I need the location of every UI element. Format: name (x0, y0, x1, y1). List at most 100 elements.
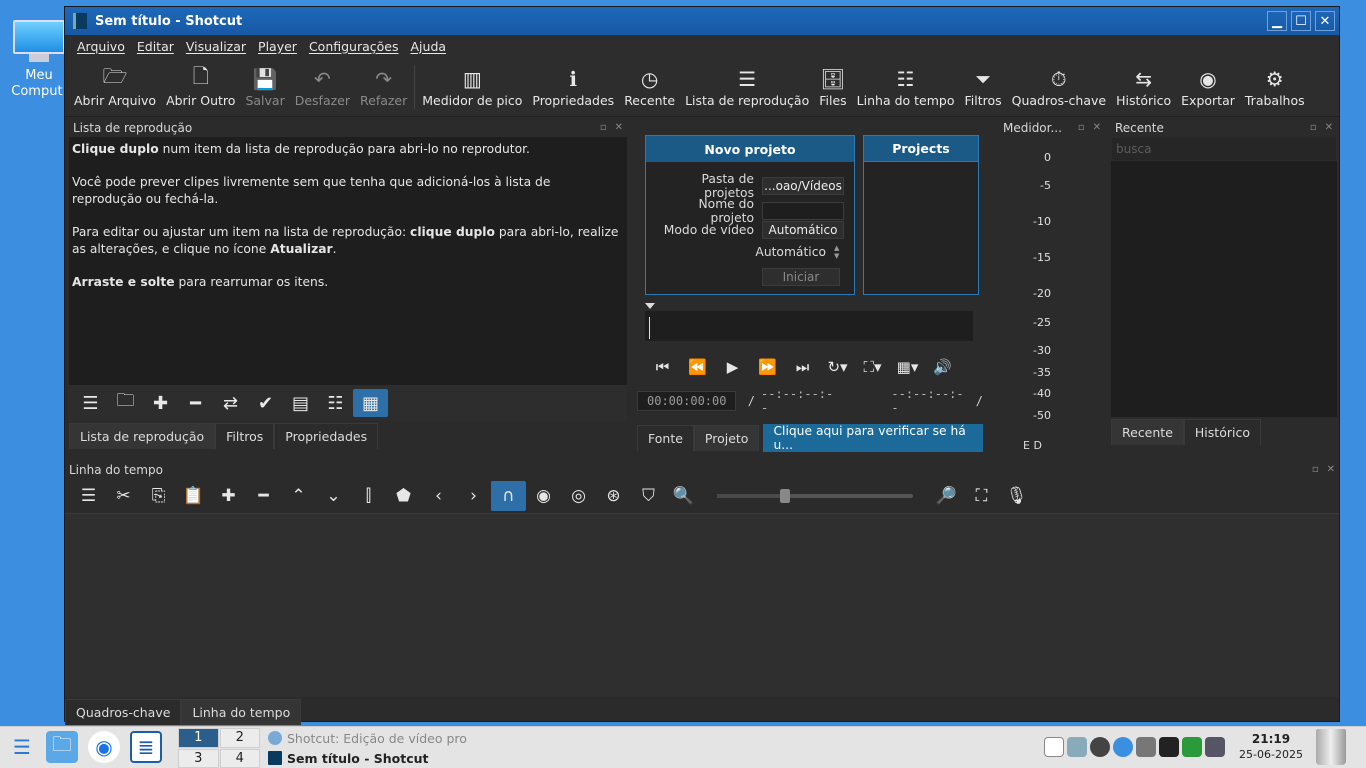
playhead-marker-icon[interactable] (645, 303, 655, 309)
toolbar-button-save[interactable]: 💾 Salvar (240, 65, 289, 108)
start-button[interactable]: Iniciar (762, 268, 840, 286)
add-icon[interactable]: ✚ (143, 389, 178, 417)
desktop-icon-my-computer[interactable]: Meu Comput. (6, 20, 72, 100)
workspace-2[interactable]: 2 (219, 728, 260, 748)
toolbar-button-info[interactable]: ℹ Propriedades (527, 65, 619, 108)
grid-icon[interactable]: ▦▾ (890, 358, 925, 376)
playlist-help-text[interactable]: Clique duplo num item da lista de reprod… (69, 137, 627, 385)
tab-timeline[interactable]: Linha do tempo (181, 699, 302, 725)
clipboard-tray-icon[interactable] (1044, 737, 1064, 757)
ripple-icon[interactable]: ◎ (561, 481, 596, 511)
remove-icon[interactable]: ━ (246, 481, 281, 511)
zoom-slider-handle[interactable] (780, 489, 790, 503)
tab-playlist[interactable]: Lista de reprodução (69, 423, 216, 449)
skip-previous-icon[interactable]: ⏮ (645, 358, 680, 376)
append-icon[interactable]: ✚ (211, 481, 246, 511)
cut-icon[interactable]: ✂ (106, 481, 141, 511)
printer-tray-icon[interactable] (1205, 737, 1225, 757)
task-shotcut-window[interactable]: Sem título - Shotcut (266, 748, 486, 768)
ripple-markers-icon[interactable]: ⛉ (631, 481, 666, 511)
task-shotcut-browser[interactable]: Shotcut: Edição de vídeo pro (266, 728, 486, 748)
check-icon[interactable]: ✔ (248, 389, 283, 417)
menu-ajuda[interactable]: Ajuda (411, 39, 447, 54)
split-icon[interactable]: ⫿ (351, 481, 386, 511)
toolbar-button-filter[interactable]: ⏷ Filtros (959, 65, 1006, 108)
toolbar-button-peak-meter[interactable]: ▥ Medidor de pico (417, 65, 527, 108)
video-mode-select[interactable]: Automático (762, 221, 844, 239)
float-panel-icon[interactable]: ▫ (1310, 122, 1317, 133)
zoom-fit-icon[interactable]: ⛶ (964, 481, 999, 511)
project-folder-button[interactable]: ...oao/Vídeos (762, 177, 844, 195)
workspace-3[interactable]: 3 (178, 748, 219, 768)
zoom-slider[interactable] (717, 489, 913, 503)
check-updates-button[interactable]: Clique aqui para verificar se há u... (763, 424, 983, 452)
menu-player[interactable]: Player (258, 39, 297, 54)
toolbar-button-playlist[interactable]: ☰ Lista de reprodução (680, 65, 814, 108)
copy-icon[interactable]: ⎘ (141, 481, 176, 511)
trash-icon[interactable] (1316, 729, 1346, 765)
tab-history[interactable]: Histórico (1183, 419, 1261, 445)
marker-icon[interactable]: ⬟ (386, 481, 421, 511)
file-manager-icon[interactable]: 🗀 (46, 731, 78, 763)
float-panel-icon[interactable]: ▫ (600, 122, 607, 133)
menu-configuracoes[interactable]: Configurações (309, 39, 399, 54)
paste-icon[interactable]: 📋 (176, 481, 211, 511)
record-audio-icon[interactable]: 🎙 (999, 481, 1034, 511)
menu-editar[interactable]: Editar (137, 39, 174, 54)
rewind-icon[interactable]: ⏪ (680, 358, 715, 376)
fast-forward-icon[interactable]: ⏩ (750, 358, 785, 376)
overwrite-icon[interactable]: ⌄ (316, 481, 351, 511)
close-panel-icon[interactable]: ✕ (1093, 122, 1101, 133)
network-tray-icon[interactable] (1113, 737, 1133, 757)
close-panel-icon[interactable]: ✕ (1325, 122, 1333, 133)
zoom-fit-icon[interactable]: ⛶▾ (855, 358, 890, 376)
float-panel-icon[interactable]: ▫ (1078, 122, 1085, 133)
snap-magnet-icon[interactable]: ∩ (491, 481, 526, 511)
workspace-1[interactable]: 1 (178, 728, 219, 748)
project-name-input[interactable] (762, 202, 844, 220)
lift-icon[interactable]: ⌃ (281, 481, 316, 511)
volume-icon[interactable]: 🔊 (925, 358, 960, 376)
toolbar-button-stopwatch[interactable]: ⏱ Quadros-chave (1007, 65, 1111, 108)
remove-icon[interactable]: ━ (178, 389, 213, 417)
app-menu-icon[interactable]: ☰ (6, 731, 38, 763)
timeline-menu-icon[interactable]: ☰ (71, 481, 106, 511)
terminal-tray-icon[interactable] (1159, 737, 1179, 757)
minimize-button[interactable]: ▁ (1267, 11, 1287, 31)
toolbar-button-files[interactable]: 🗄 Files (814, 65, 851, 108)
text-editor-icon[interactable]: ≣ (130, 731, 162, 763)
toolbar-button-clock[interactable]: ◷ Recente (619, 65, 680, 108)
tab-keyframes[interactable]: Quadros-chave (65, 699, 182, 725)
tab-recent[interactable]: Recente (1111, 419, 1184, 445)
transfer-tray-icon[interactable] (1136, 737, 1156, 757)
menu-visualizar[interactable]: Visualizar (186, 39, 246, 54)
playlist-menu-icon[interactable]: ☰ (73, 389, 108, 417)
toolbar-button-gear[interactable]: ⚙ Trabalhos (1240, 65, 1310, 108)
timeline-tracks-area[interactable] (65, 513, 1339, 697)
title-bar[interactable]: Sem título - Shotcut ▁ ☐ ✕ (65, 7, 1339, 35)
close-panel-icon[interactable]: ✕ (1327, 464, 1335, 475)
grid-view-icon[interactable]: ▦ (353, 389, 388, 417)
ripple-all-icon[interactable]: ⊛ (596, 481, 631, 511)
details-view-icon[interactable]: ▤ (283, 389, 318, 417)
toolbar-button-undo[interactable]: ↶ Desfazer (290, 65, 355, 108)
zoom-in-icon[interactable]: 🔎 (929, 481, 964, 511)
loop-icon[interactable]: ↻▾ (820, 358, 855, 376)
spin-arrows-icon[interactable]: ▲ ▼ (834, 244, 844, 260)
previous-marker-icon[interactable]: ‹ (421, 481, 456, 511)
tab-project[interactable]: Projeto (693, 425, 760, 451)
tab-filters[interactable]: Filtros (215, 423, 275, 449)
update-icon[interactable]: ⇄ (213, 389, 248, 417)
toolbar-button-folder-open[interactable]: 🗁 Abrir Arquivo (69, 64, 161, 108)
toolbar-button-timeline[interactable]: ☷ Linha do tempo (852, 65, 960, 108)
zoom-out-icon[interactable]: 🔍 (666, 481, 701, 511)
workspace-4[interactable]: 4 (219, 748, 260, 768)
volume-tray-icon[interactable] (1067, 737, 1087, 757)
next-marker-icon[interactable]: › (456, 481, 491, 511)
close-panel-icon[interactable]: ✕ (615, 122, 623, 133)
scrub-eye-icon[interactable]: ◉ (526, 481, 561, 511)
list-view-icon[interactable]: ☷ (318, 389, 353, 417)
tab-properties[interactable]: Propriedades (274, 423, 379, 449)
scrubber-bar[interactable] (645, 303, 973, 341)
open-folder-icon[interactable]: 🗀 (108, 389, 143, 417)
